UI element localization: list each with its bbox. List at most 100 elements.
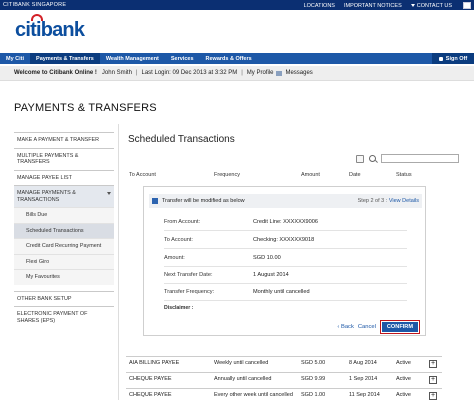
expand-icon[interactable]: + bbox=[429, 360, 437, 368]
section-title: Scheduled Transactions bbox=[128, 134, 235, 145]
divider bbox=[164, 248, 407, 249]
field-label: Next Transfer Date: bbox=[164, 272, 213, 278]
field-label: Transfer Frequency: bbox=[164, 289, 215, 295]
sidebar-item-other-bank-setup[interactable]: OTHER BANK SETUP bbox=[14, 290, 114, 307]
field-value: Checking: XXXXXX9018 bbox=[253, 237, 315, 243]
row-frequency: Annually until cancelled bbox=[214, 376, 272, 382]
welcome-greeting: Welcome to Citibank Online ! bbox=[14, 70, 97, 76]
confirm-button[interactable]: CONFIRM bbox=[379, 320, 420, 334]
sidebar: MAKE A PAYMENT & TRANSFER MULTIPLE PAYME… bbox=[14, 132, 114, 328]
column-header-amount: Amount bbox=[301, 172, 320, 178]
divider: | bbox=[135, 70, 138, 76]
nav-wealth-management[interactable]: Wealth Management bbox=[100, 53, 165, 64]
column-header-status: Status bbox=[396, 172, 412, 178]
field-label: To Account: bbox=[164, 237, 193, 243]
divider bbox=[164, 283, 407, 284]
top-utility-bar: CITIBANK SINGAPORE LOCATIONS IMPORTANT N… bbox=[0, 0, 474, 10]
chevron-down-icon bbox=[107, 192, 111, 195]
sidebar-item-multiple-payments[interactable]: MULTIPLE PAYMENTS & TRANSFERS bbox=[14, 147, 114, 170]
search-icon[interactable] bbox=[369, 155, 376, 162]
locations-link[interactable]: LOCATIONS bbox=[304, 2, 335, 9]
step-indicator: Step 2 of 3 : View Details bbox=[357, 198, 419, 204]
table-header: To Account Frequency Amount Date Status bbox=[119, 171, 449, 181]
messages-icon bbox=[276, 70, 283, 76]
field-value: Monthly until cancelled bbox=[253, 289, 310, 295]
row-status: Active bbox=[396, 376, 411, 382]
sidebar-item-manage-payee[interactable]: MANAGE PAYEE LIST bbox=[14, 169, 114, 186]
lock-icon bbox=[438, 56, 443, 61]
column-header-date: Date bbox=[349, 172, 361, 178]
back-link[interactable]: ‹ Back bbox=[337, 324, 353, 330]
sign-off-button[interactable]: Sign Off bbox=[432, 53, 474, 64]
nav-rewards-offers[interactable]: Rewards & Offers bbox=[200, 53, 258, 64]
country-label: CITIBANK SINGAPORE bbox=[3, 2, 67, 8]
sidebar-item-credit-card-recurring[interactable]: Credit Card Recurring Payment bbox=[14, 238, 114, 254]
welcome-bar: Welcome to Citibank Online ! John Smith … bbox=[0, 66, 474, 81]
sidebar-item-bills-due[interactable]: Bills Due bbox=[14, 207, 114, 223]
info-icon bbox=[152, 198, 158, 204]
cancel-link[interactable]: Cancel bbox=[358, 324, 376, 330]
chevron-down-icon bbox=[410, 4, 415, 7]
user-name: John Smith bbox=[101, 70, 132, 76]
sidebar-item-make-payment[interactable]: MAKE A PAYMENT & TRANSFER bbox=[14, 132, 114, 148]
field-value: SGD 10.00 bbox=[253, 255, 281, 261]
nav-payments-transfers[interactable]: Payments & Transfers bbox=[30, 53, 100, 64]
search-input[interactable] bbox=[381, 154, 459, 163]
row-payee: CHEQUE PAYEE bbox=[129, 392, 172, 398]
row-frequency: Every other week until cancelled bbox=[214, 392, 293, 398]
divider bbox=[164, 230, 407, 231]
utility-links: LOCATIONS IMPORTANT NOTICES CONTACT US bbox=[304, 2, 471, 9]
field-value: Credit Line: XXXXXX9006 bbox=[253, 219, 318, 225]
row-amount: SGD 5.00 bbox=[301, 360, 326, 366]
search-row bbox=[356, 154, 459, 163]
dialog-actions: ‹ Back Cancel CONFIRM bbox=[337, 320, 420, 334]
row-status: Active bbox=[396, 360, 411, 366]
divider: | bbox=[241, 70, 243, 76]
sidebar-item-eps[interactable]: ELECTRONIC PAYMENT OF SHARES (EPS) bbox=[14, 306, 114, 328]
contact-us-link[interactable]: CONTACT US bbox=[410, 2, 452, 9]
expand-icon[interactable]: + bbox=[429, 376, 437, 384]
nav-services[interactable]: Services bbox=[165, 53, 200, 64]
column-header-to-account: To Account bbox=[129, 172, 156, 178]
disclaimer-label: Disclaimer : bbox=[164, 305, 194, 311]
modify-transfer-dialog: Transfer will be modified as below Step … bbox=[143, 186, 426, 336]
field-value: 1 August 2014 bbox=[253, 272, 289, 278]
sidebar-item-manage-payments[interactable]: MANAGE PAYMENTS & TRANSACTIONS bbox=[14, 185, 114, 207]
divider bbox=[164, 266, 407, 267]
row-payee: AIA BILLING PAYEE bbox=[129, 360, 180, 366]
row-amount: SGD 9.99 bbox=[301, 376, 326, 382]
sidebar-item-scheduled-transactions[interactable]: Scheduled Transactions bbox=[14, 222, 114, 238]
mail-icon[interactable] bbox=[463, 2, 471, 9]
my-profile-link[interactable]: My Profile bbox=[247, 70, 274, 76]
sidebar-item-flexi-giro[interactable]: Flexi Giro bbox=[14, 253, 114, 269]
logo-arc-icon bbox=[31, 14, 43, 21]
row-status: Active bbox=[396, 392, 411, 398]
divider bbox=[164, 300, 407, 301]
main-nav: My Citi Payments & Transfers Wealth Mana… bbox=[0, 53, 474, 64]
important-notices-link[interactable]: IMPORTANT NOTICES bbox=[344, 2, 402, 9]
table-row[interactable]: AIA BILLING PAYEE Weekly until cancelled… bbox=[126, 356, 442, 369]
field-label: From Account: bbox=[164, 219, 201, 225]
column-header-frequency: Frequency bbox=[214, 172, 240, 178]
view-details-link[interactable]: View Details bbox=[389, 198, 419, 204]
expand-icon[interactable]: + bbox=[429, 392, 437, 400]
row-amount: SGD 1.00 bbox=[301, 392, 326, 398]
table-row[interactable]: CHEQUE PAYEE Every other week until canc… bbox=[126, 388, 442, 400]
row-payee: CHEQUE PAYEE bbox=[129, 376, 172, 382]
main-content: Scheduled Transactions To Account Freque… bbox=[118, 124, 459, 400]
field-label: Amount: bbox=[164, 255, 185, 261]
table-row[interactable]: CHEQUE PAYEE Annually until cancelled SG… bbox=[126, 372, 442, 385]
messages-link[interactable]: Messages bbox=[285, 70, 312, 76]
page-title: PAYMENTS & TRANSFERS bbox=[14, 102, 157, 114]
row-date: 1 Sep 2014 bbox=[349, 376, 378, 382]
row-date: 11 Sep 2014 bbox=[349, 392, 380, 398]
dialog-note: Transfer will be modified as below bbox=[162, 198, 245, 204]
row-frequency: Weekly until cancelled bbox=[214, 360, 269, 366]
nav-my-citi[interactable]: My Citi bbox=[0, 53, 30, 64]
sidebar-item-my-favourites[interactable]: My Favourites bbox=[14, 269, 114, 285]
last-login: Last Login: 09 Dec 2013 at 3:32 PM bbox=[141, 70, 238, 76]
citibank-logo[interactable]: citibank bbox=[15, 14, 85, 41]
row-date: 8 Aug 2014 bbox=[349, 360, 377, 366]
print-icon[interactable] bbox=[356, 154, 364, 163]
dialog-header: Transfer will be modified as below Step … bbox=[149, 194, 422, 208]
